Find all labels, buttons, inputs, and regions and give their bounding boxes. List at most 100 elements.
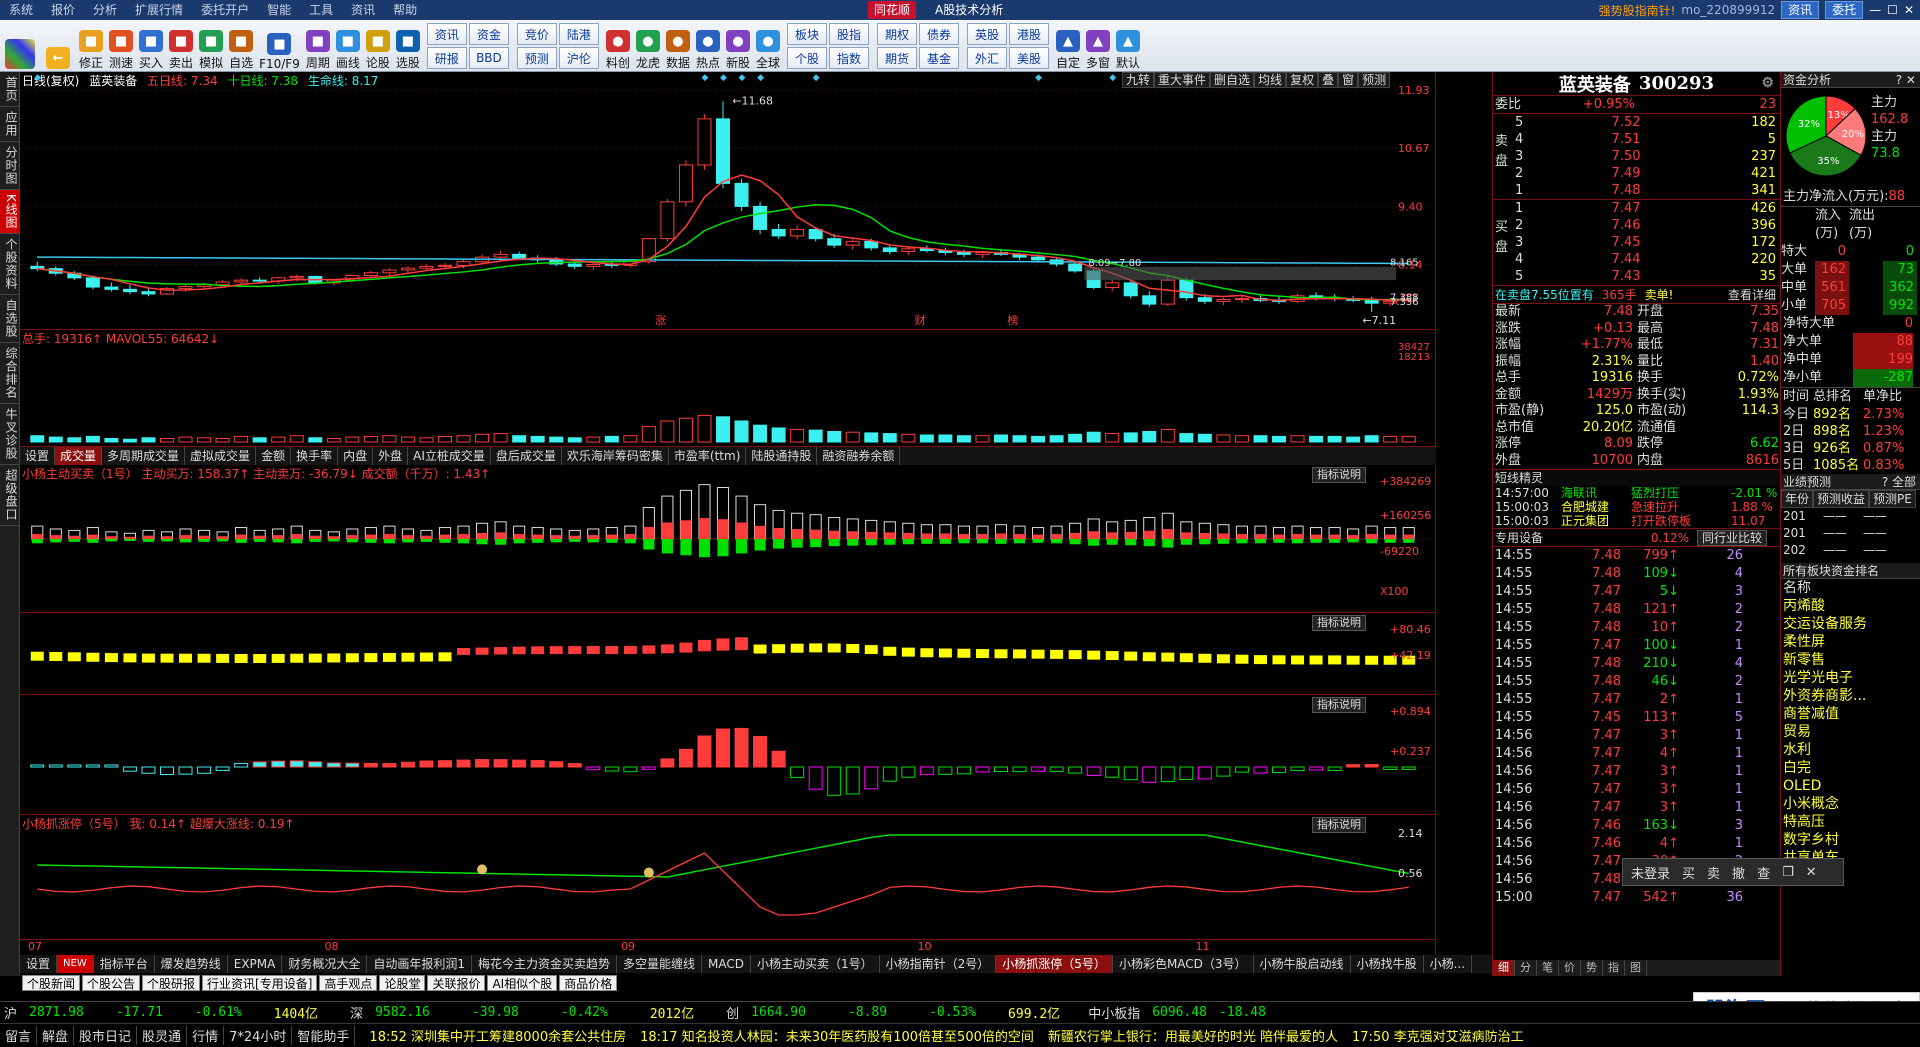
indicator-tab[interactable]: 爆发趋势线 xyxy=(155,955,228,973)
book-row[interactable]: 1 7.48 341 xyxy=(1493,182,1780,199)
toolbar-group-button[interactable]: 沪伦 xyxy=(558,47,599,69)
toolbar-group-button[interactable]: 个股 xyxy=(787,47,828,69)
detail-tab[interactable]: 分 xyxy=(1515,960,1537,976)
industry-item[interactable]: 柔性屏 xyxy=(1781,633,1920,651)
toolbar-button[interactable]: ● 新股 xyxy=(723,21,753,71)
volume-tab[interactable]: 成交量 xyxy=(55,447,103,465)
minimize-icon[interactable]: — xyxy=(1869,3,1881,17)
book-row[interactable]: 5 7.43 35 xyxy=(1493,268,1780,285)
book-row[interactable]: 4 7.51 5 xyxy=(1493,131,1780,148)
industry-item[interactable]: 新零售 xyxy=(1781,651,1920,669)
news-tab[interactable]: 个股公告 xyxy=(82,975,141,991)
kline-tool-button[interactable]: 预测 xyxy=(1358,72,1391,88)
toolbar-button[interactable]: ■ 买入 xyxy=(136,21,166,71)
trade-button[interactable]: 委托 xyxy=(1825,1,1864,19)
ticker-tab[interactable]: 股市日记 xyxy=(74,1026,138,1045)
trade-action-button[interactable]: 查 xyxy=(1757,863,1770,882)
ticker-news[interactable]: 18:52 深圳集中开工筹建8000余套公共住房 xyxy=(369,1026,626,1045)
toolbar-group-button[interactable]: BBD xyxy=(468,47,509,69)
home-button[interactable] xyxy=(0,21,40,71)
maximize-icon[interactable]: ☐ xyxy=(1887,3,1898,17)
indicator-tab[interactable]: MACD xyxy=(702,955,752,973)
kline-tool-button[interactable]: 九转 xyxy=(1122,72,1155,88)
ticker-tab[interactable]: 智能助手 xyxy=(292,1026,356,1045)
gear-icon[interactable]: ⚙ xyxy=(1761,75,1774,91)
toolbar-button[interactable]: ■ 选股 xyxy=(393,21,423,71)
volume-tab[interactable]: 欢乐海岸筹码密集 xyxy=(562,447,669,465)
event-marker[interactable]: ◆ xyxy=(739,73,746,83)
detail-link[interactable]: 查看详细 xyxy=(1728,286,1780,304)
ticker-tab[interactable]: 解盘 xyxy=(37,1026,75,1045)
detail-tab[interactable]: 势 xyxy=(1581,960,1603,976)
industry-item[interactable]: 光学光电子 xyxy=(1781,669,1920,687)
indicator-tab[interactable]: 小杨抓涨停（5号） xyxy=(996,955,1113,973)
toolbar-group-button[interactable]: 指数 xyxy=(829,47,870,69)
toolbar-group-button[interactable]: 竞价 xyxy=(516,23,557,45)
menu-item[interactable]: 系统 xyxy=(0,0,42,20)
left-tab[interactable]: 自选股 xyxy=(0,295,20,343)
menu-item[interactable]: 扩展行情 xyxy=(126,0,192,20)
menu-item[interactable]: 工具 xyxy=(300,0,342,20)
back-button[interactable]: ← xyxy=(40,21,76,71)
detail-tab[interactable]: 细 xyxy=(1493,960,1515,976)
toolbar-button[interactable]: ● 热点 xyxy=(693,21,723,71)
forecast-tab[interactable]: 年份 xyxy=(1781,490,1814,508)
event-marker[interactable]: ◆ xyxy=(757,73,764,83)
toolbar-button[interactable]: ● 料创 xyxy=(603,21,633,71)
detail-tab[interactable]: 笔 xyxy=(1537,960,1559,976)
indicator3-pane[interactable]: 指标说明 +0.894 +0.237 xyxy=(20,695,1436,815)
left-tab[interactable]: 个股资料 xyxy=(0,234,20,295)
industry-item[interactable]: 小米概念 xyxy=(1781,795,1920,813)
toolbar-group-button[interactable]: 港股 xyxy=(1009,23,1050,45)
kline-tool-button[interactable]: 均线 xyxy=(1254,72,1287,88)
toolbar-button[interactable]: ■ 测速 xyxy=(106,21,136,71)
indicator4-chart[interactable]: 2.14 0.56 xyxy=(20,815,1436,940)
kline-tool-button[interactable]: 重大事件 xyxy=(1154,72,1211,88)
toolbar-button[interactable]: ● 数据 xyxy=(663,21,693,71)
event-marker[interactable]: ◆ xyxy=(34,73,41,83)
indicator-tab[interactable]: NEW xyxy=(57,955,94,973)
toolbar-group-button[interactable]: 股指 xyxy=(829,23,870,45)
volume-tab[interactable]: 市盈率(ttm) xyxy=(669,447,747,465)
detail-tab[interactable]: 图 xyxy=(1625,960,1647,976)
shortline-row[interactable]: 14:57:00 海联讯 猛烈打压 -2.01 % xyxy=(1493,486,1780,500)
book-row[interactable]: 4 7.44 220 xyxy=(1493,251,1780,268)
volume-tab[interactable]: 金额 xyxy=(256,447,292,465)
close-icon[interactable]: ✕ xyxy=(1904,3,1914,17)
volume-pane[interactable]: 总手: 19316↑ MAVOL55: 64642↓ 38427 18213 xyxy=(20,330,1436,447)
volume-tab[interactable]: 内盘 xyxy=(338,447,374,465)
detail-tab[interactable]: 指 xyxy=(1603,960,1625,976)
indicator1-chart[interactable]: +384269 +160256 -69220 X100 xyxy=(20,465,1436,613)
news-button[interactable]: 资讯 xyxy=(1781,1,1820,19)
news-tab[interactable]: 个股研报 xyxy=(142,975,201,991)
book-row[interactable]: 3 7.45 172 xyxy=(1493,234,1780,251)
indicator-tab[interactable]: 财务概况大全 xyxy=(282,955,368,973)
ticker-tab[interactable]: 7*24小时 xyxy=(224,1026,293,1045)
industry-item[interactable]: 数字乡村 xyxy=(1781,831,1920,849)
toolbar-button[interactable]: ■ 画线 xyxy=(333,21,363,71)
login-label[interactable]: 未登录 xyxy=(1631,863,1670,882)
volume-tab[interactable]: 虚拟成交量 xyxy=(185,447,257,465)
book-row[interactable]: 2 7.49 421 xyxy=(1493,165,1780,182)
close-icon[interactable]: ✕ xyxy=(1806,865,1817,880)
indicator-tab[interactable]: 设置 xyxy=(20,955,58,973)
left-tab[interactable]: 超级盘口 xyxy=(0,465,20,526)
left-tab[interactable]: K线图 xyxy=(0,190,20,234)
toolbar-group-button[interactable]: 债券 xyxy=(919,23,960,45)
indicator-tab[interactable]: 小杨彩色MACD（3号） xyxy=(1113,955,1254,973)
ticker-tab[interactable]: 行情 xyxy=(187,1026,225,1045)
toolbar-group-button[interactable]: 美股 xyxy=(1009,47,1050,69)
ticker-tab[interactable]: 股灵通 xyxy=(137,1026,188,1045)
toolbar-button[interactable]: ■ 修正 xyxy=(76,21,106,71)
toolbar-group-button[interactable]: 期货 xyxy=(877,47,918,69)
news-tab[interactable]: 行业资讯[专用设备] xyxy=(202,975,318,991)
toolbar-button[interactable]: ▲ 自定 xyxy=(1053,21,1083,71)
toolbar-group-button[interactable]: 预测 xyxy=(516,47,557,69)
indicator4-pane[interactable]: 小杨抓涨停（5号） 我: 0.14↑ 超爆大涨线: 0.19↑ 指标说明 2.1… xyxy=(20,815,1436,940)
menu-item[interactable]: 资讯 xyxy=(342,0,384,20)
volume-tab[interactable]: 盘后成交量 xyxy=(491,447,562,465)
indicator-tab[interactable]: 梅花今主力资金买卖趋势 xyxy=(472,955,618,973)
volume-tab[interactable]: 陆股通持股 xyxy=(746,447,818,465)
indicator-tab[interactable]: 小杨找牛股 xyxy=(1351,955,1424,973)
indicator-tab[interactable]: 指标平台 xyxy=(94,955,155,973)
